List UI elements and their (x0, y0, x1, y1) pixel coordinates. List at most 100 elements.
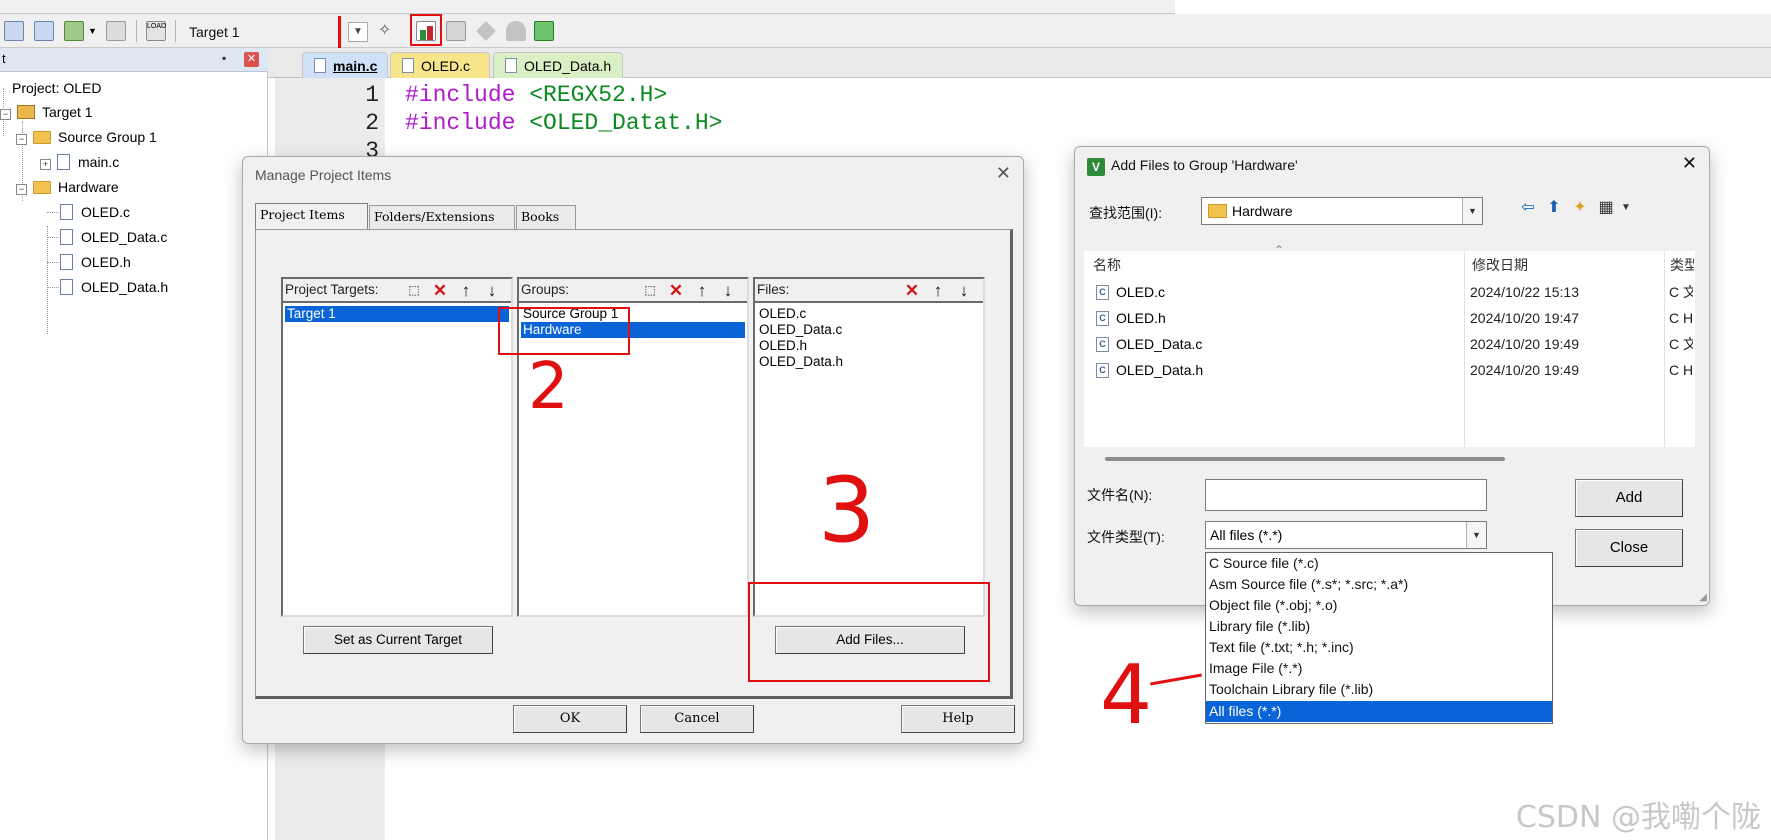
set-current-target-button[interactable]: Set as Current Target (303, 626, 493, 654)
column-header-type[interactable]: 类型 (1670, 255, 1694, 275)
close-button[interactable]: Close (1575, 529, 1683, 567)
delete-icon[interactable]: ✕ (665, 281, 687, 301)
dropdown-option[interactable]: Image File (*.*) (1206, 658, 1552, 679)
tree-item-project[interactable]: Project: OLED (0, 77, 101, 99)
file-row[interactable]: C OLED.h 2024/10/20 19:47 C H (1084, 305, 1695, 331)
help-button[interactable]: Help (901, 705, 1015, 733)
move-down-icon[interactable]: ↓ (953, 281, 975, 301)
pin-icon[interactable]: ▪ (222, 51, 226, 65)
dropdown-option[interactable]: Toolchain Library file (*.lib) (1206, 679, 1552, 700)
filename-input[interactable] (1205, 479, 1487, 511)
files-list[interactable]: Files: ✕ ↑ ↓ OLED.c OLED_Data.c OLED.h O… (753, 277, 985, 617)
dropdown-option[interactable]: Text file (*.txt; *.h; *.inc) (1206, 637, 1552, 658)
list-item[interactable]: OLED_Data.c (757, 322, 981, 338)
file-icon (314, 58, 326, 73)
look-in-combo[interactable]: Hardware ▼ (1201, 197, 1483, 225)
tree-item-target[interactable]: − Target 1 (0, 101, 93, 123)
ok-button[interactable]: OK (513, 705, 627, 733)
expand-icon[interactable]: + (40, 159, 51, 170)
filetype-dropdown-list[interactable]: C Source file (*.c) Asm Source file (*.s… (1205, 552, 1553, 724)
dialog-title: Add Files to Group 'Hardware' (1111, 157, 1298, 173)
build-icon[interactable] (34, 21, 54, 41)
list-item[interactable]: OLED_Data.h (757, 354, 981, 370)
cancel-button[interactable]: Cancel (640, 705, 754, 733)
tab-books[interactable]: Books (516, 205, 576, 229)
move-down-icon[interactable]: ↓ (481, 281, 503, 301)
file-list[interactable]: 名称 ⌃ 修改日期 类型 C OLED.c 2024/10/22 15:13 C… (1084, 243, 1695, 447)
tree-item-main-c[interactable]: + main.c (40, 151, 119, 173)
move-down-icon[interactable]: ↓ (717, 281, 739, 301)
tab-project-items[interactable]: Project Items (255, 203, 368, 230)
translate-icon[interactable] (4, 21, 24, 41)
delete-icon[interactable]: ✕ (429, 281, 451, 301)
tree-item-source-group[interactable]: − Source Group 1 (16, 126, 157, 148)
collapse-icon[interactable]: − (16, 184, 27, 195)
build-toolbar: ▼ LOAD Target 1 ▼ ✧ (0, 14, 1771, 48)
close-icon[interactable]: ✕ (244, 52, 259, 67)
new-folder-icon[interactable]: ✦ (1569, 197, 1591, 219)
list-item[interactable]: OLED.h (757, 338, 981, 354)
move-up-icon[interactable]: ↑ (455, 281, 477, 301)
collapse-icon[interactable]: − (0, 109, 11, 120)
tab-main-c[interactable]: main.c (302, 52, 388, 78)
select-packs-icon[interactable] (476, 21, 496, 41)
file-icon (60, 204, 73, 220)
dropdown-option[interactable]: Object file (*.obj; *.o) (1206, 595, 1552, 616)
collapse-icon[interactable]: − (16, 134, 27, 145)
tab-oled-c[interactable]: OLED.c (390, 52, 490, 78)
list-item[interactable]: Target 1 (285, 306, 509, 322)
filetype-select[interactable]: All files (*.*) ▼ (1205, 521, 1487, 549)
file-icon (60, 229, 73, 245)
target-select[interactable]: Target 1 (183, 20, 369, 44)
rebuild-icon[interactable] (64, 21, 84, 41)
target-options-icon[interactable]: ✧ (378, 21, 398, 41)
chevron-down-icon[interactable]: ▼ (1462, 198, 1482, 224)
file-row[interactable]: C OLED.c 2024/10/22 15:13 C 文件 (1084, 279, 1695, 305)
panel-title: t (2, 51, 6, 66)
up-folder-icon[interactable]: ⬆ (1543, 197, 1565, 219)
file-row[interactable]: C OLED_Data.h 2024/10/20 19:49 C H (1084, 357, 1695, 383)
tree-item-oled-c[interactable]: OLED.c (60, 201, 130, 223)
tab-folders-extensions[interactable]: Folders/Extensions (369, 205, 515, 229)
resize-grip-icon[interactable]: ◢ (1699, 592, 1707, 603)
view-menu-icon[interactable]: ▦ (1595, 197, 1617, 219)
pack-installer-icon[interactable] (506, 21, 526, 41)
download-icon[interactable]: LOAD (146, 21, 166, 41)
annotation-step-2: 2 (528, 350, 569, 424)
back-icon[interactable]: ⇦ (1517, 197, 1539, 219)
move-up-icon[interactable]: ↑ (691, 281, 713, 301)
tree-item-oled-data-c[interactable]: OLED_Data.c (60, 226, 167, 248)
close-icon[interactable]: ✕ (1682, 153, 1697, 174)
rebuild-dropdown-icon[interactable]: ▼ (88, 21, 98, 41)
chevron-down-icon[interactable]: ▼ (348, 22, 368, 42)
tree-item-oled-data-h[interactable]: OLED_Data.h (60, 276, 168, 298)
dropdown-option-selected[interactable]: All files (*.*) (1206, 701, 1552, 722)
targets-list[interactable]: Project Targets: ⬚ ✕ ↑ ↓ Target 1 (281, 277, 513, 617)
chevron-down-icon[interactable]: ▼ (1466, 522, 1486, 548)
chevron-down-icon[interactable]: ▼ (1615, 197, 1637, 219)
file-row[interactable]: C OLED_Data.c 2024/10/20 19:49 C 文件 (1084, 331, 1695, 357)
close-icon[interactable]: ✕ (996, 163, 1011, 184)
target-icon (17, 105, 35, 119)
tree-item-oled-h[interactable]: OLED.h (60, 251, 131, 273)
new-group-icon[interactable]: ⬚ (639, 281, 661, 301)
dropdown-option[interactable]: C Source file (*.c) (1206, 553, 1552, 574)
column-header-date[interactable]: 修改日期 (1472, 255, 1528, 275)
manage-runtime-icon[interactable] (446, 21, 466, 41)
column-header-name[interactable]: 名称 (1093, 255, 1121, 275)
dropdown-option[interactable]: Asm Source file (*.s*; *.src; *.a*) (1206, 574, 1552, 595)
files-header: Files: ✕ ↑ ↓ (755, 279, 983, 303)
component-icon[interactable] (534, 21, 554, 41)
add-button[interactable]: Add (1575, 479, 1683, 517)
move-up-icon[interactable]: ↑ (927, 281, 949, 301)
tab-oled-data-h[interactable]: OLED_Data.h (493, 52, 623, 78)
editor-tab-bar: main.c OLED.c OLED_Data.h (268, 48, 1771, 78)
list-item[interactable]: OLED.c (757, 306, 981, 322)
dropdown-option[interactable]: Library file (*.lib) (1206, 616, 1552, 637)
new-target-icon[interactable]: ⬚ (403, 281, 425, 301)
horizontal-scrollbar[interactable] (1105, 457, 1505, 461)
batch-build-icon[interactable] (106, 21, 126, 41)
file-icon (60, 254, 73, 270)
tree-item-hardware[interactable]: − Hardware (16, 176, 119, 198)
delete-icon[interactable]: ✕ (901, 281, 923, 301)
